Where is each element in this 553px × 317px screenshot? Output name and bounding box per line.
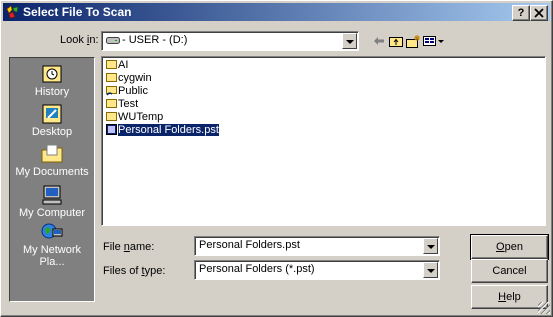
new-folder-icon[interactable] — [406, 35, 421, 49]
folder-icon — [106, 73, 117, 82]
file-name-input[interactable]: Personal Folders.pst — [194, 236, 440, 256]
window-title: Select File To Scan — [23, 5, 132, 19]
list-item-name: Personal Folders.pst — [117, 123, 220, 137]
list-item[interactable]: Test — [106, 98, 138, 111]
back-arrow-icon[interactable] — [373, 35, 385, 49]
folder-icon — [106, 112, 117, 121]
files-of-type-label: Files of type: — [103, 265, 166, 277]
drive-icon — [106, 37, 120, 44]
list-item-name: Public — [118, 85, 148, 97]
chevron-down-icon[interactable] — [342, 33, 357, 49]
app-icon — [6, 5, 19, 19]
places-my-computer[interactable]: My Computer — [10, 185, 94, 219]
list-item[interactable]: Public — [106, 85, 148, 98]
close-icon — [534, 8, 544, 18]
help-button[interactable]: Help — [471, 285, 548, 309]
look-in-label: Look in: — [60, 34, 99, 46]
cancel-button[interactable]: Cancel — [471, 259, 548, 283]
places-my-network-places[interactable]: My Network Pla... — [10, 222, 94, 268]
file-name-value: Personal Folders.pst — [199, 239, 300, 251]
list-item-name: Test — [118, 98, 139, 110]
title-bar[interactable]: Select File To Scan ? — [3, 3, 550, 21]
list-item[interactable]: WUTemp — [106, 111, 163, 124]
folder-icon — [106, 60, 117, 69]
places-my-computer-label: My Computer — [18, 207, 86, 219]
file-list[interactable]: AI cygwin Public Test WUTemp Personal Fo… — [101, 56, 546, 226]
places-bar: History Desktop My Documents My Computer… — [9, 57, 95, 302]
my-documents-icon — [41, 144, 63, 163]
list-item-name: cygwin — [118, 72, 152, 84]
list-item-selected[interactable]: Personal Folders.pst — [106, 123, 220, 137]
list-item-name: AI — [118, 59, 129, 71]
history-icon — [42, 65, 62, 83]
places-desktop[interactable]: Desktop — [10, 104, 94, 138]
chevron-down-icon[interactable] — [423, 262, 438, 278]
list-item[interactable]: cygwin — [106, 72, 152, 85]
look-in-value: - USER - (D:) — [122, 34, 188, 46]
places-history[interactable]: History — [10, 64, 94, 98]
places-my-documents[interactable]: My Documents — [10, 144, 94, 178]
places-history-label: History — [34, 86, 70, 98]
close-button[interactable] — [530, 5, 548, 21]
shared-folder-icon — [106, 86, 117, 96]
files-of-type-value: Personal Folders (*.pst) — [199, 263, 315, 275]
look-in-dropdown[interactable]: - USER - (D:) — [101, 31, 359, 51]
open-button[interactable]: Open — [470, 234, 549, 260]
list-item[interactable]: AI — [106, 59, 128, 72]
resize-grip[interactable] — [538, 302, 550, 314]
up-folder-icon[interactable] — [389, 35, 403, 49]
desktop-icon — [42, 104, 62, 124]
select-file-dialog: Select File To Scan ? Look in: - USER - … — [0, 0, 553, 317]
files-of-type-dropdown[interactable]: Personal Folders (*.pst) — [194, 260, 440, 280]
my-network-places-icon — [41, 223, 63, 239]
file-name-label: File name: — [103, 241, 155, 253]
chevron-down-icon[interactable] — [423, 238, 438, 254]
places-my-documents-label: My Documents — [15, 166, 89, 178]
list-item-name: WUTemp — [118, 111, 164, 123]
folder-icon — [106, 99, 117, 108]
help-title-button[interactable]: ? — [512, 5, 530, 21]
view-menu-icon[interactable] — [423, 35, 445, 49]
places-desktop-label: Desktop — [31, 126, 73, 138]
pst-file-icon — [106, 124, 117, 135]
places-my-network-places-label: My Network Pla... — [22, 244, 82, 268]
my-computer-icon — [42, 185, 62, 205]
